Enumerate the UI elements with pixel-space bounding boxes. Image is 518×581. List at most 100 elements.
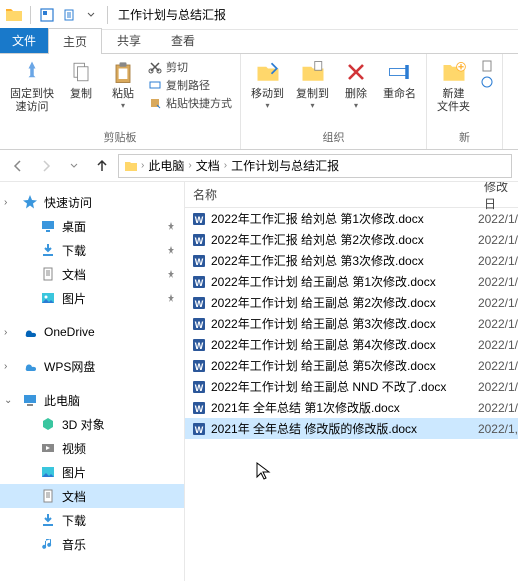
pin-button[interactable]: 固定到快 速访问 [4,56,60,116]
qat-properties-icon[interactable] [37,5,57,25]
svg-text:W: W [195,257,204,267]
tab-share[interactable]: 共享 [102,27,156,53]
tab-file[interactable]: 文件 [0,28,48,53]
file-name: 2022年工作汇报 给刘总 第1次修改.docx [211,210,474,227]
file-name: 2022年工作计划 给王副总 第5次修改.docx [211,357,474,374]
file-row[interactable]: W2021年 全年总结 修改版的修改版.docx2022/1, [185,418,518,439]
nav-downloads-pc[interactable]: 下载 [0,508,184,532]
qat-new-folder-icon[interactable] [59,5,79,25]
file-row[interactable]: W2022年工作计划 给王副总 第1次修改.docx2022/1/ [185,271,518,292]
file-date: 2022/1/ [474,359,518,373]
tab-view[interactable]: 查看 [156,27,210,53]
svg-text:W: W [195,362,204,372]
new-folder-button[interactable]: 新建 文件夹 [431,56,476,116]
file-date: 2022/1/ [474,380,518,394]
crumb-current[interactable]: 工作计划与总结汇报 [229,157,341,174]
word-file-icon: W [191,253,207,269]
organize-group-label: 组织 [323,127,345,147]
explorer-body: › 快速访问 桌面 下载 文档 图片 › OneDrive [0,182,518,581]
nav-music[interactable]: 音乐 [0,532,184,556]
copy-label: 复制 [70,88,92,101]
chevron-right-icon[interactable]: › [188,160,191,171]
file-row[interactable]: W2022年工作计划 给王副总 NND 不改了.docx2022/1/ [185,376,518,397]
move-to-button[interactable]: 移动到 ▾ [245,56,290,112]
crumb-this-pc[interactable]: 此电脑 [146,157,186,174]
copy-button[interactable]: 复制 [60,56,102,103]
pin-icon [166,293,176,303]
file-row[interactable]: W2022年工作计划 给王副总 第3次修改.docx2022/1/ [185,313,518,334]
nav-label: 下载 [62,512,86,529]
ribbon-group-organize: 移动到 ▾ 复制到 ▾ 删除 ▾ 重命名 组织 [241,54,427,149]
recent-button[interactable] [62,154,86,178]
navigation-pane: › 快速访问 桌面 下载 文档 图片 › OneDrive [0,182,185,581]
paste-button[interactable]: 粘贴 ▾ [102,56,144,112]
file-row[interactable]: W2021年 全年总结 第1次修改版.docx2022/1/ [185,397,518,418]
window-title: 工作计划与总结汇报 [118,6,226,23]
nav-this-pc[interactable]: ⌄ 此电脑 [0,388,184,412]
chevron-right-icon[interactable]: › [141,160,144,171]
copy-to-button[interactable]: 复制到 ▾ [290,56,335,112]
svg-text:W: W [195,215,204,225]
nav-downloads[interactable]: 下载 [0,238,184,262]
file-row[interactable]: W2022年工作汇报 给刘总 第2次修改.docx2022/1/ [185,229,518,250]
chevron-down-icon[interactable] [81,5,101,25]
new-item-button[interactable] [476,58,498,74]
chevron-right-icon[interactable]: › [4,197,14,208]
cut-button[interactable]: 剪切 [144,58,236,76]
file-date: 2022/1/ [474,317,518,331]
clipboard-group-label: 剪贴板 [104,127,137,147]
pin-icon [166,221,176,231]
chevron-right-icon[interactable]: › [4,327,14,338]
new-folder-label: 新建 文件夹 [437,88,470,114]
nav-label: 桌面 [62,218,86,235]
breadcrumb[interactable]: › 此电脑 › 文档 › 工作计划与总结汇报 [118,154,512,178]
nav-quick-access[interactable]: › 快速访问 [0,190,184,214]
nav-onedrive[interactable]: › OneDrive [0,320,184,344]
back-button[interactable] [6,154,30,178]
nav-videos[interactable]: 视频 [0,436,184,460]
nav-pictures-pc[interactable]: 图片 [0,460,184,484]
easy-access-button[interactable] [476,74,498,90]
nav-label: WPS网盘 [44,358,95,375]
nav-label: 视频 [62,440,86,457]
chevron-right-icon[interactable]: › [224,160,227,171]
pin-label: 固定到快 速访问 [10,88,54,114]
forward-button[interactable] [34,154,58,178]
nav-wps[interactable]: › WPS网盘 [0,354,184,378]
rename-button[interactable]: 重命名 [377,56,422,103]
file-row[interactable]: W 2022年工作汇报 给刘总 第1次修改.docx2022/1/ [185,208,518,229]
column-date[interactable]: 修改日 [480,182,518,212]
chevron-right-icon[interactable]: › [4,361,14,372]
nav-desktop[interactable]: 桌面 [0,214,184,238]
crumb-documents[interactable]: 文档 [194,157,222,174]
nav-3d-objects[interactable]: 3D 对象 [0,412,184,436]
svg-text:W: W [195,278,204,288]
column-name[interactable]: 名称 [185,186,480,203]
titlebar: 工作计划与总结汇报 [0,0,518,30]
nav-documents[interactable]: 文档 [0,262,184,286]
paste-shortcut-button[interactable]: 粘贴快捷方式 [144,94,236,112]
chevron-down-icon[interactable]: ⌄ [4,395,14,406]
file-name: 2021年 全年总结 第1次修改版.docx [211,399,474,416]
file-row[interactable]: W2022年工作计划 给王副总 第4次修改.docx2022/1/ [185,334,518,355]
delete-button[interactable]: 删除 ▾ [335,56,377,112]
tab-home[interactable]: 主页 [48,28,102,54]
nav-label: 此电脑 [44,392,80,409]
word-file-icon: W [191,316,207,332]
nav-documents-pc[interactable]: 文档 [0,484,184,508]
copy-path-label: 复制路径 [166,77,210,93]
svg-text:W: W [195,320,204,330]
paste-label: 粘贴 [112,88,134,101]
file-name: 2022年工作计划 给王副总 NND 不改了.docx [211,378,474,395]
copy-path-button[interactable]: 复制路径 [144,76,236,94]
file-row[interactable]: W 2022年工作计划 给王副总 第5次修改.docx2022/1/ [185,355,518,376]
nav-pictures[interactable]: 图片 [0,286,184,310]
svg-text:W: W [195,425,204,435]
file-row[interactable]: W2022年工作汇报 给刘总 第3次修改.docx2022/1/ [185,250,518,271]
file-row[interactable]: W2022年工作计划 给王副总 第2次修改.docx2022/1/ [185,292,518,313]
file-date: 2022/1/ [474,338,518,352]
file-name: 2022年工作计划 给王副总 第4次修改.docx [211,336,474,353]
word-file-icon: W [191,400,207,416]
up-button[interactable] [90,154,114,178]
file-date: 2022/1/ [474,212,518,226]
